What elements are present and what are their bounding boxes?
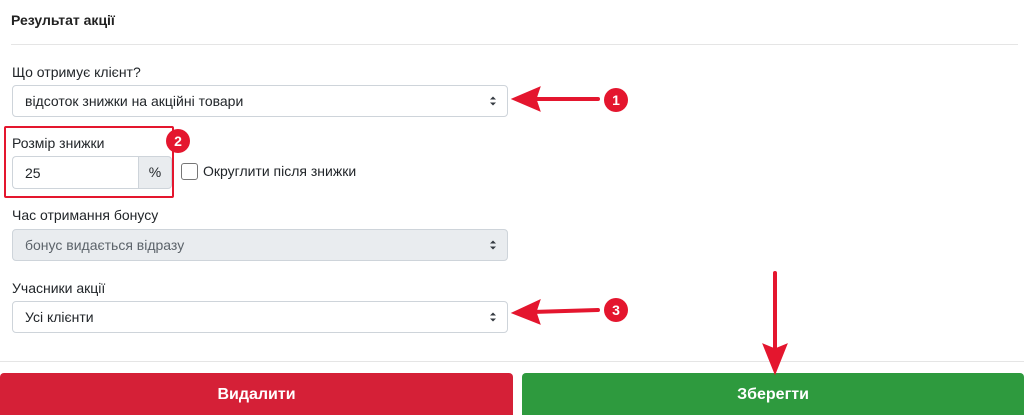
reward-type-label: Що отримує клієнт? — [12, 64, 141, 80]
discount-input-group: % — [12, 156, 172, 189]
promotion-result-form: Результат акції Що отримує клієнт? відсо… — [0, 0, 1024, 415]
round-after-discount-checkbox[interactable] — [181, 163, 198, 180]
discount-input[interactable] — [12, 156, 139, 189]
round-after-discount-label[interactable]: Округлити після знижки — [203, 163, 356, 179]
section-divider — [11, 44, 1018, 45]
annotation-badge-2: 2 — [166, 129, 190, 153]
reward-type-select[interactable]: відсоток знижки на акційні товари — [12, 85, 508, 117]
section-title: Результат акції — [11, 12, 115, 28]
delete-button[interactable]: Видалити — [0, 373, 513, 415]
footer-divider — [0, 361, 1024, 362]
annotation-badge-3: 3 — [604, 298, 628, 322]
bonus-time-value: бонус видається відразу — [25, 237, 185, 253]
save-button[interactable]: Зберегти — [522, 373, 1024, 415]
discount-label: Розмір знижки — [12, 135, 105, 151]
participants-select[interactable]: Усі клієнти — [12, 301, 508, 333]
arrow-1-head-icon — [510, 86, 541, 112]
reward-type-value: відсоток знижки на акційні товари — [25, 93, 244, 109]
select-caret-icon — [489, 311, 497, 323]
bonus-time-label: Час отримання бонусу — [12, 207, 159, 223]
arrow-3-head-icon — [510, 299, 541, 325]
arrow-save-head-icon — [762, 343, 788, 376]
arrow-3-icon — [530, 308, 600, 314]
bonus-time-select: бонус видається відразу — [12, 229, 508, 261]
participants-value: Усі клієнти — [25, 309, 94, 325]
percent-addon: % — [138, 156, 172, 189]
select-caret-icon — [489, 239, 497, 251]
select-caret-icon — [489, 95, 497, 107]
participants-label: Учасники акції — [12, 280, 106, 296]
annotation-badge-1: 1 — [604, 88, 628, 112]
